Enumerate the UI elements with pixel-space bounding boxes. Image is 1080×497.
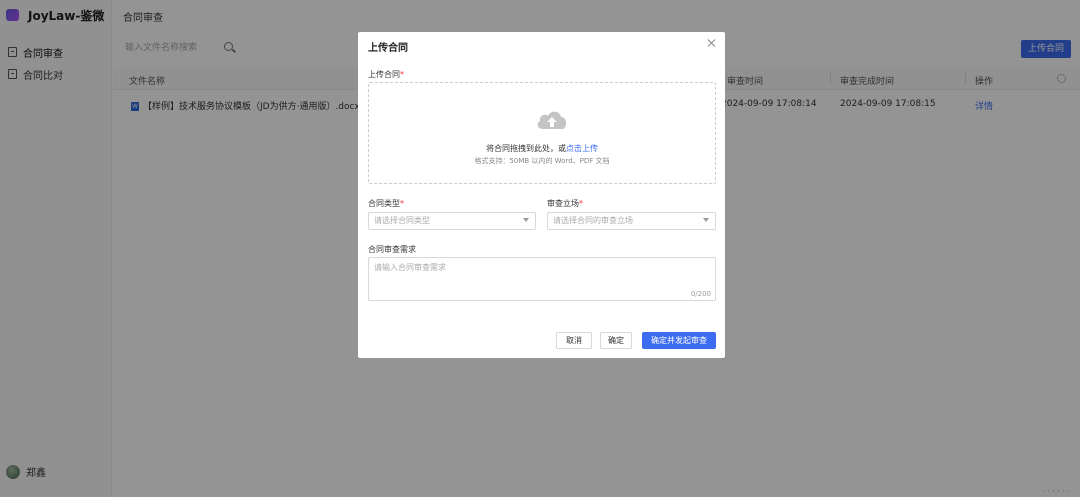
contract-type-placeholder: 请选择合同类型 <box>374 216 430 225</box>
upload-contract-dialog: 上传合同 上传合同* 将合同拖拽到此处，或点击上传 格式支持：50MB 以内的 … <box>358 32 725 358</box>
click-upload-link[interactable]: 点击上传 <box>566 144 598 153</box>
chevron-down-icon <box>703 218 709 222</box>
confirm-and-review-button[interactable]: 确定并发起审查 <box>642 332 716 349</box>
confirm-button[interactable]: 确定 <box>600 332 632 349</box>
review-stance-placeholder: 请选择合同的审查立场 <box>553 216 633 225</box>
upload-field-label: 上传合同* <box>368 70 404 79</box>
drop-format-hint: 格式支持：50MB 以内的 Word、PDF 文档 <box>474 157 610 165</box>
cancel-button[interactable]: 取消 <box>556 332 592 349</box>
requirements-textarea[interactable]: 请输入合同审查需求 0/200 <box>368 257 716 301</box>
character-counter: 0/200 <box>690 290 711 298</box>
requirements-label: 合同审查需求 <box>368 245 416 254</box>
dialog-title: 上传合同 <box>368 43 408 54</box>
review-stance-label: 审查立场* <box>547 199 583 208</box>
contract-type-label: 合同类型* <box>368 199 404 208</box>
requirements-placeholder: 请输入合同审查需求 <box>374 263 446 272</box>
review-stance-select[interactable]: 请选择合同的审查立场 <box>547 212 716 230</box>
chevron-down-icon <box>523 218 529 222</box>
close-icon[interactable] <box>707 38 717 48</box>
cloud-upload-icon <box>537 111 567 129</box>
drop-instruction: 将合同拖拽到此处，或点击上传 <box>486 144 598 153</box>
file-dropzone[interactable]: 将合同拖拽到此处，或点击上传 格式支持：50MB 以内的 Word、PDF 文档 <box>368 82 716 184</box>
contract-type-select[interactable]: 请选择合同类型 <box>368 212 536 230</box>
